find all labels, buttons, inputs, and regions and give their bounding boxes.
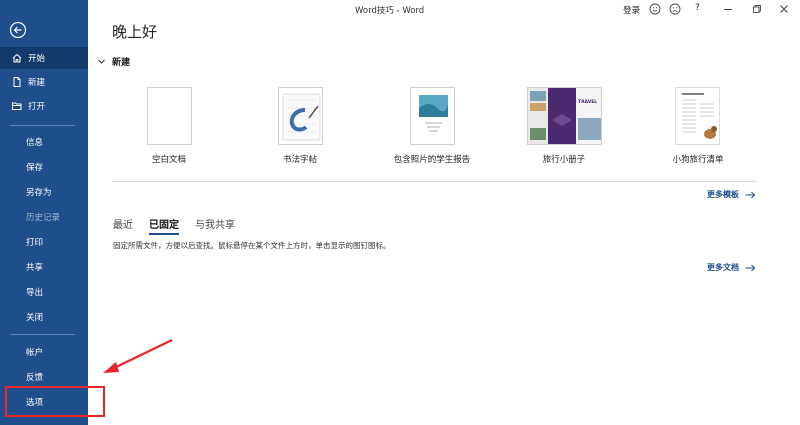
- pinned-hint-text: 固定所需文件，方便以后查找。鼠标悬停在某个文件上方时，单击显示的图钉图标。: [113, 241, 391, 250]
- sidebar-item-label: 共享: [26, 263, 44, 273]
- back-arrow-icon[interactable]: [9, 21, 27, 39]
- sidebar-item-label: 历史记录: [26, 213, 61, 223]
- more-documents-label: 更多文档: [707, 263, 739, 272]
- template-thumbnail: [147, 87, 192, 145]
- document-tabs: 最近 已固定 与我共享: [113, 216, 251, 235]
- template-label: 包含照片的学生报告: [393, 155, 471, 165]
- tab-recent[interactable]: 最近: [113, 216, 133, 235]
- sidebar-item-label: 帐户: [26, 348, 44, 358]
- tab-pinned[interactable]: 已固定: [149, 216, 179, 235]
- frown-icon[interactable]: [669, 3, 681, 15]
- sidebar-item-label: 反馈: [26, 373, 44, 383]
- more-templates-label: 更多模板: [707, 190, 739, 199]
- template-label: 书法字帖: [282, 155, 317, 165]
- template-label: 小狗旅行清单: [672, 155, 724, 165]
- help-button[interactable]: ?: [695, 3, 700, 13]
- arrow-right-icon: [745, 191, 756, 198]
- sidebar-item-label: 关闭: [26, 313, 44, 323]
- folder-icon: [11, 100, 23, 112]
- new-section-label: 新建: [112, 58, 131, 68]
- chevron-down-icon: [98, 59, 105, 64]
- tab-shared-with-me[interactable]: 与我共享: [195, 216, 235, 235]
- annotation-highlight-box: [5, 386, 105, 417]
- sidebar-item-save-as[interactable]: 另存为: [0, 181, 88, 203]
- backstage-sidebar: 开始 新建 打开 信息 保存 另存为 历史记录 打印 共享 导出 关闭 帐户 反…: [0, 0, 88, 425]
- sidebar-item-label: 新建: [28, 78, 46, 88]
- sidebar-item-open[interactable]: 打开: [0, 95, 88, 117]
- template-thumbnail: [278, 87, 323, 145]
- arrow-right-icon: [745, 264, 756, 271]
- template-label: 旅行小册子: [542, 155, 586, 165]
- travel-thumb-text: TRAVEL: [578, 100, 598, 105]
- new-section-header[interactable]: 新建: [97, 55, 130, 68]
- login-link[interactable]: 登录: [623, 4, 640, 16]
- smile-icon[interactable]: [649, 3, 661, 15]
- minimize-icon[interactable]: [722, 3, 734, 15]
- sidebar-item-close[interactable]: 关闭: [0, 306, 88, 328]
- sidebar-item-label: 开始: [28, 54, 46, 64]
- sidebar-item-label: 保存: [26, 163, 44, 173]
- sidebar-item-share[interactable]: 共享: [0, 256, 88, 278]
- home-icon: [11, 52, 23, 64]
- sidebar-item-home[interactable]: 开始: [0, 47, 88, 69]
- sidebar-item-feedback[interactable]: 反馈: [0, 366, 88, 388]
- new-file-icon: [11, 76, 23, 88]
- more-documents-link[interactable]: 更多文档: [707, 262, 756, 273]
- restore-icon[interactable]: [751, 3, 763, 15]
- sidebar-item-info[interactable]: 信息: [0, 131, 88, 153]
- sidebar-divider: [10, 334, 75, 335]
- sidebar-item-save[interactable]: 保存: [0, 156, 88, 178]
- sidebar-item-label: 另存为: [26, 188, 52, 198]
- template-label: 空白文档: [151, 155, 186, 165]
- sidebar-item-label: 导出: [26, 288, 44, 298]
- close-icon[interactable]: [778, 3, 790, 15]
- more-templates-link[interactable]: 更多模板: [707, 189, 756, 200]
- sidebar-item-print[interactable]: 打印: [0, 231, 88, 253]
- sidebar-divider: [10, 125, 75, 126]
- greeting-title: 晚上好: [112, 23, 158, 41]
- sidebar-item-label: 打开: [28, 102, 46, 112]
- sidebar-item-label: 信息: [26, 138, 44, 148]
- sidebar-item-new[interactable]: 新建: [0, 71, 88, 93]
- window-title: Word技巧 - Word: [355, 6, 425, 16]
- template-thumbnail: TRAVEL: [527, 87, 602, 145]
- template-thumbnail: [675, 87, 720, 145]
- sidebar-item-export[interactable]: 导出: [0, 281, 88, 303]
- sidebar-item-label: 打印: [26, 238, 44, 248]
- section-divider: [112, 181, 757, 182]
- sidebar-item-history: 历史记录: [0, 206, 88, 228]
- template-thumbnail: [410, 87, 455, 145]
- sidebar-item-account[interactable]: 帐户: [0, 341, 88, 363]
